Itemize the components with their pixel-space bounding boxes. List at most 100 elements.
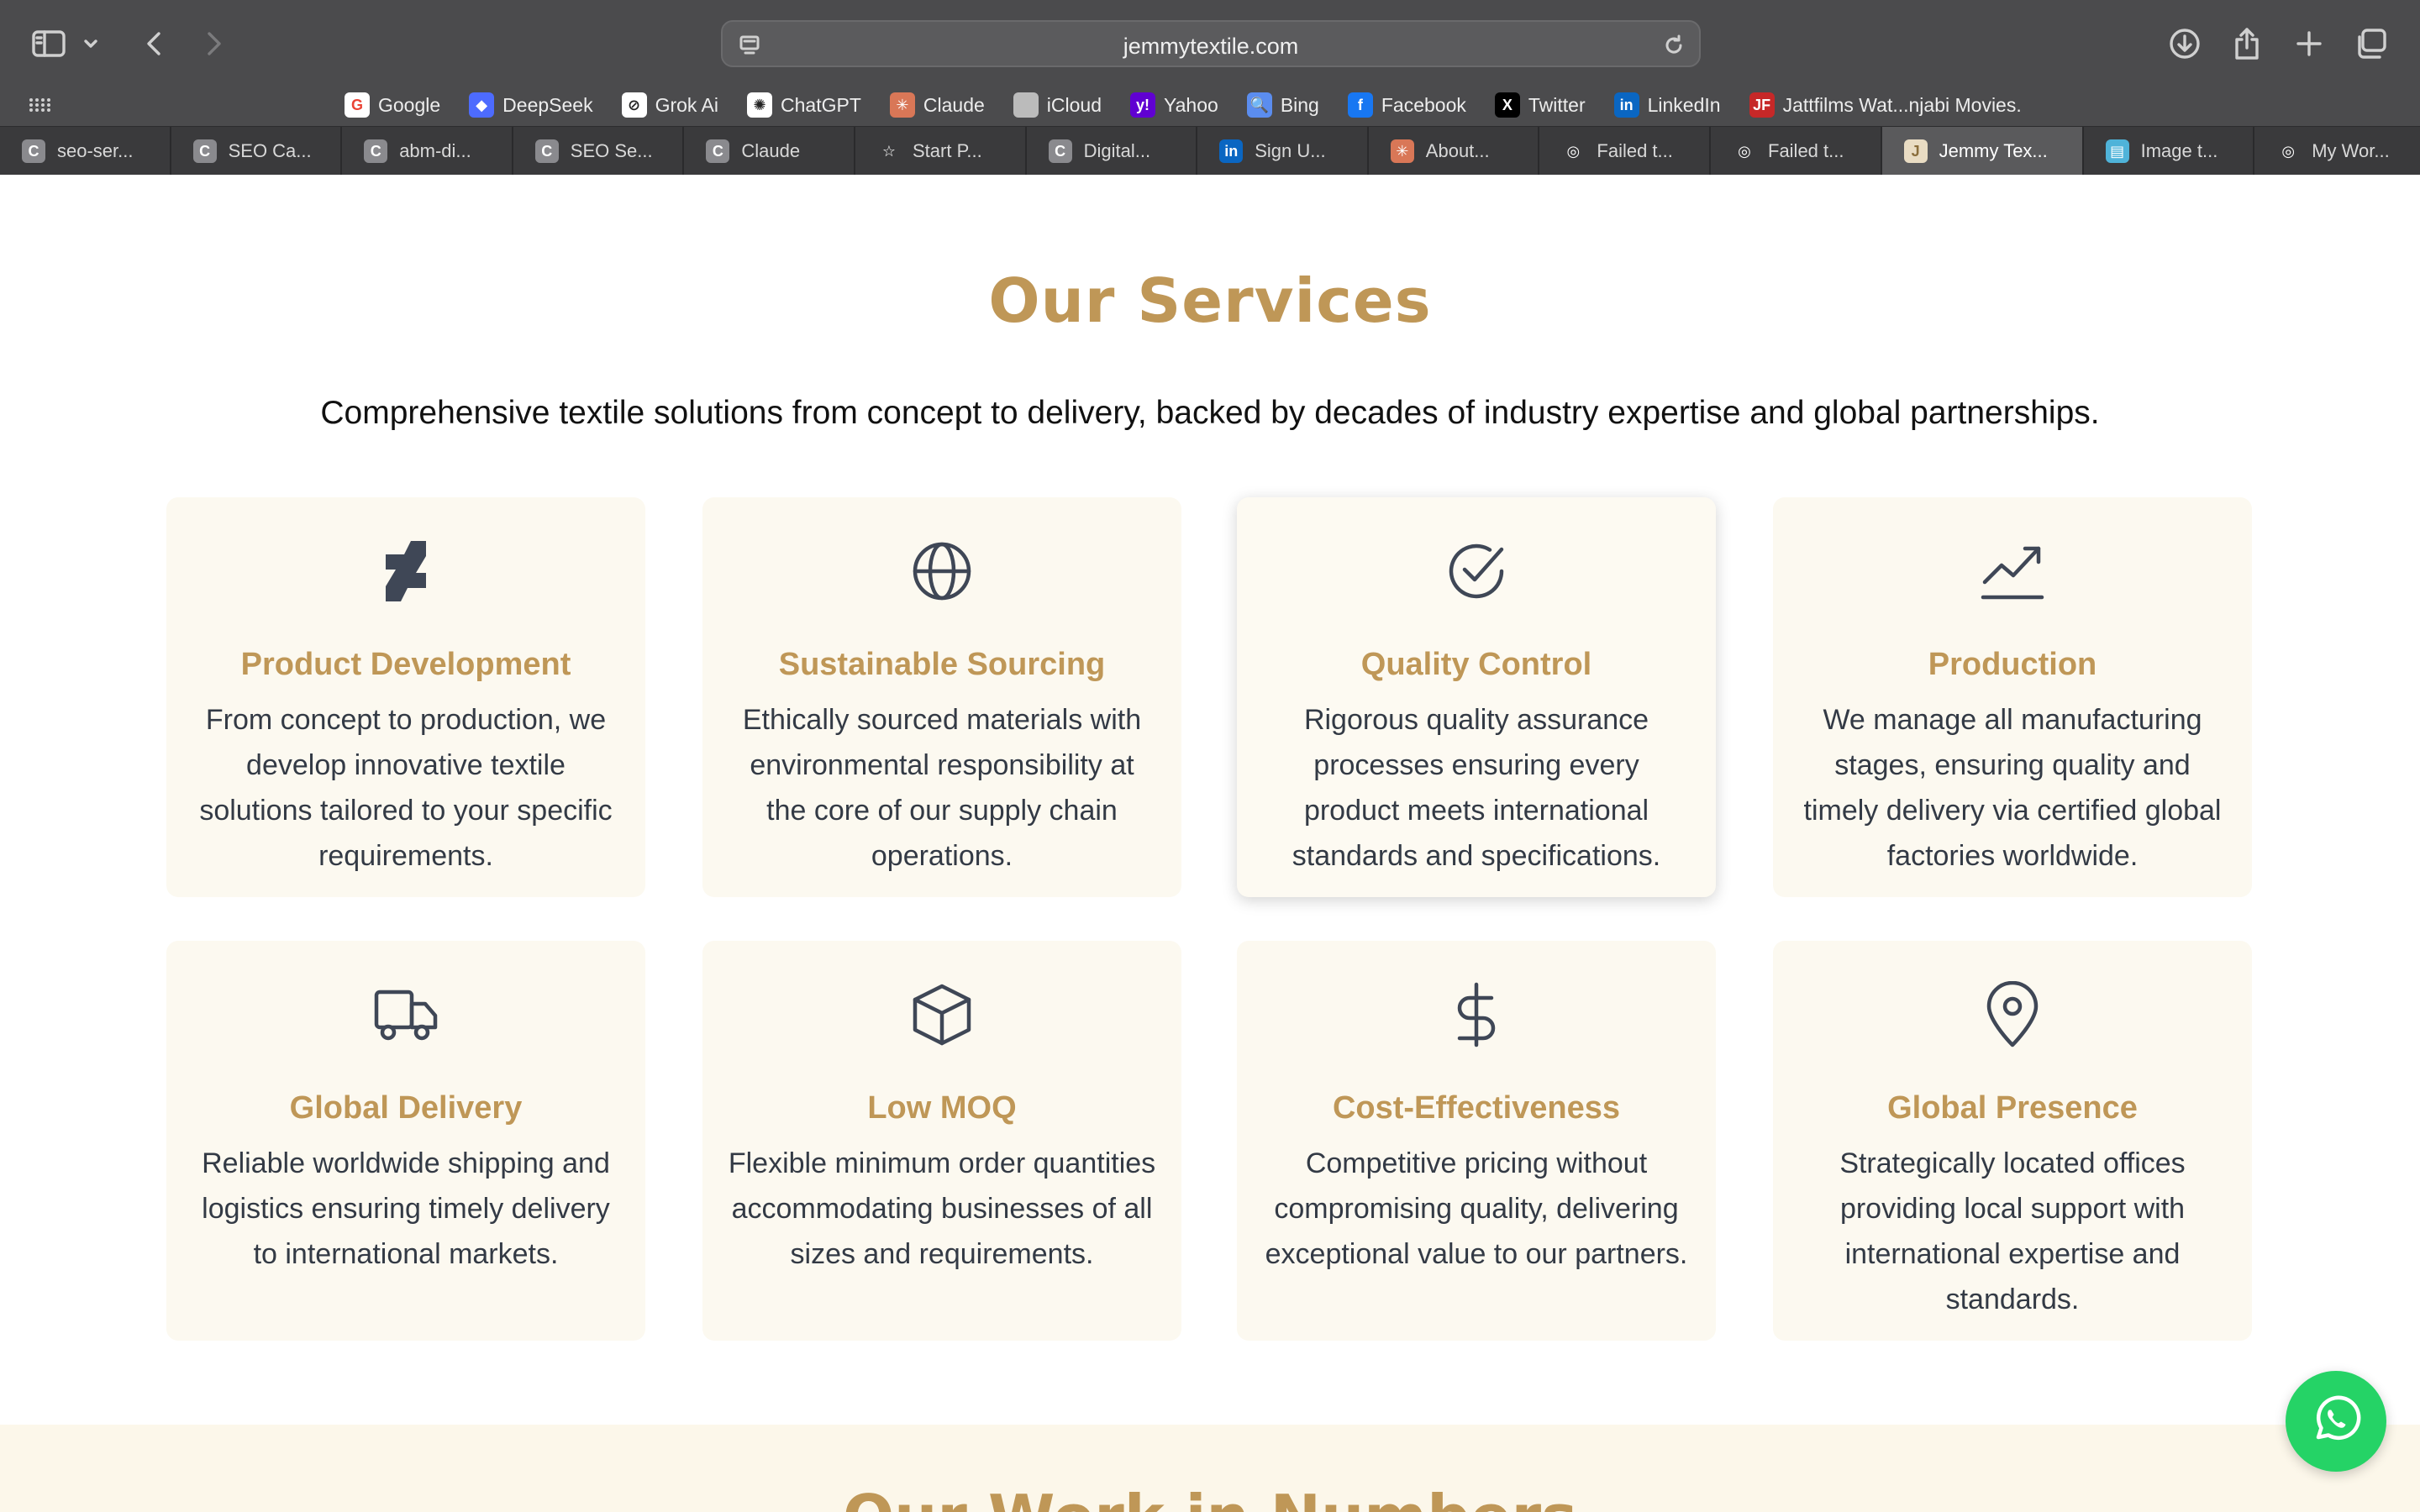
- browser-tab[interactable]: in Sign U...: [1197, 127, 1369, 176]
- star-icon: ☆: [881, 142, 897, 160]
- facebook-icon: f: [1347, 92, 1373, 118]
- services-title: Our Services: [988, 265, 1432, 336]
- browser-tab[interactable]: J Jemmy Tex...: [1881, 127, 2084, 176]
- map-pin-icon: [1773, 979, 2252, 1050]
- service-card-production[interactable]: Production We manage all manufacturing s…: [1773, 497, 2252, 897]
- service-card-global-delivery[interactable]: Global Delivery Reliable worldwide shipp…: [166, 941, 645, 1341]
- favorite-twitter[interactable]: X Twitter: [1494, 92, 1586, 118]
- c-icon: C: [534, 139, 559, 163]
- apps-grid-icon[interactable]: [27, 92, 52, 118]
- favorites-list: G Google ◆ DeepSeek ⊘ Grok Ai ✺ ChatGPT ✳ Claude i…: [345, 84, 2022, 126]
- check-circle-icon: [1237, 536, 1716, 606]
- service-card-cost-effectiveness[interactable]: Cost-Effectiveness Competitive pricing w…: [1237, 941, 1716, 1341]
- browser-tab[interactable]: ✳ About...: [1369, 127, 1540, 176]
- browser-tab[interactable]: Cseo-ser...: [0, 127, 171, 176]
- browser-tab[interactable]: C Claude: [684, 127, 855, 176]
- tab-label: About...: [1425, 140, 1490, 161]
- favorite-yahoo[interactable]: y! Yahoo: [1130, 92, 1218, 118]
- favorite-bing[interactable]: 🔍 Bing: [1246, 92, 1319, 118]
- favorite-claude[interactable]: ✳ Claude: [889, 92, 985, 118]
- service-card-global-presence[interactable]: Global Presence Strategically located of…: [1773, 941, 2252, 1341]
- favorite-label: Yahoo: [1164, 93, 1218, 116]
- service-card-title: Cost-Effectiveness: [1332, 1090, 1621, 1126]
- chart-line-icon: [1773, 536, 2252, 606]
- service-card-text: Reliable worldwide shipping and logistic…: [202, 1147, 610, 1270]
- browser-tab[interactable]: C SEO Ca...: [171, 127, 343, 176]
- service-card-text: Rigorous quality assurance processes ens…: [1292, 704, 1661, 872]
- tab-label: Failed t...: [1597, 140, 1673, 161]
- favorite-label: DeepSeek: [502, 93, 593, 116]
- x-icon: X: [1494, 92, 1520, 118]
- c-icon: C: [364, 139, 388, 163]
- whatsapp-icon: [2310, 1394, 2362, 1450]
- tab-label: Failed t...: [1768, 140, 1844, 161]
- browser-tab[interactable]: C Digital...: [1027, 127, 1198, 176]
- claude-icon: ✳: [889, 92, 915, 118]
- service-card-text: Ethically sourced materials with environ…: [742, 704, 1142, 872]
- favorite-icloud[interactable]: iCloud: [1013, 92, 1102, 118]
- favorite-jattfilms-wat-njabi-movies[interactable]: JF Jattfilms Wat...njabi Movies.: [1749, 92, 2022, 118]
- new-tab-icon[interactable]: [2286, 20, 2333, 67]
- download-icon[interactable]: [2161, 20, 2208, 67]
- service-card-product-development[interactable]: Product Development From concept to prod…: [166, 497, 645, 897]
- grok-icon: ⊘: [621, 92, 647, 118]
- service-card-low-moq[interactable]: Low MOQ Flexible minimum order quantitie…: [702, 941, 1181, 1341]
- numbers-section: Our Work in Numbers: [0, 1425, 2420, 1512]
- favorite-facebook[interactable]: f Facebook: [1347, 92, 1466, 118]
- dollar-icon: [1237, 979, 1716, 1050]
- browser-tab[interactable]: C SEO Se...: [513, 127, 685, 176]
- deviantart-icon: [166, 536, 645, 606]
- reload-icon[interactable]: [1659, 30, 1689, 60]
- numbers-section-title: Our Work in Numbers: [0, 1482, 2420, 1512]
- browser-tab[interactable]: ▤ Image t...: [2084, 127, 2255, 176]
- whatsapp-button[interactable]: [2286, 1371, 2386, 1472]
- c-icon: C: [1048, 139, 1072, 163]
- back-arrow-icon[interactable]: [131, 20, 178, 67]
- tab-label: Jemmy Tex...: [1939, 140, 2048, 161]
- favorite-grok-ai[interactable]: ⊘ Grok Ai: [621, 92, 718, 118]
- chatgpt-icon: ✺: [747, 92, 773, 118]
- service-card-sustainable-sourcing[interactable]: Sustainable Sourcing Ethically sourced m…: [702, 497, 1181, 897]
- service-card-title: Production: [1928, 647, 2097, 682]
- service-card-title: Sustainable Sourcing: [778, 647, 1106, 682]
- service-card-title: Global Delivery: [289, 1090, 523, 1126]
- compass-icon: ◎: [1566, 142, 1581, 160]
- compass-icon: ◎: [2281, 142, 2296, 160]
- browser-tab[interactable]: ☆ Start P...: [855, 127, 1027, 176]
- service-card-text: From concept to production, we develop i…: [199, 704, 613, 872]
- favorite-label: Google: [378, 93, 441, 116]
- box-icon: [702, 979, 1181, 1050]
- favorite-label: ChatGPT: [781, 93, 861, 116]
- url-text[interactable]: jemmytextile.com: [723, 34, 1699, 60]
- linkedin-icon: in: [1219, 139, 1244, 163]
- share-icon[interactable]: [2223, 20, 2270, 67]
- browser-tab[interactable]: ◎ Failed t...: [1539, 127, 1711, 176]
- page-content: Our Services Comprehensive textile solut…: [0, 175, 2420, 1512]
- c-icon: C: [192, 139, 217, 163]
- favorite-deepseek[interactable]: ◆ DeepSeek: [469, 92, 593, 118]
- favorite-google[interactable]: G Google: [345, 92, 440, 118]
- c-icon: C: [706, 139, 730, 163]
- favorite-label: Bing: [1280, 93, 1319, 116]
- yahoo-icon: y!: [1130, 92, 1155, 118]
- sidebar-toggle-icon[interactable]: [25, 20, 72, 67]
- service-card-title: Low MOQ: [867, 1090, 1017, 1126]
- favorite-label: Jattfilms Wat...njabi Movies.: [1782, 93, 2022, 116]
- favorite-label: Twitter: [1528, 93, 1586, 116]
- forward-arrow-icon[interactable]: [190, 20, 237, 67]
- linkedin-icon: in: [1613, 92, 1639, 118]
- browser-tab[interactable]: ◎ My Wor...: [2254, 127, 2420, 176]
- apple-icon: [1013, 92, 1039, 118]
- compass-icon: ◎: [1738, 142, 1751, 160]
- chevron-down-icon[interactable]: [74, 20, 108, 67]
- favorite-chatgpt[interactable]: ✺ ChatGPT: [747, 92, 861, 118]
- tab-overview-icon[interactable]: [2348, 20, 2395, 67]
- address-bar[interactable]: jemmytextile.com: [721, 20, 1701, 67]
- favorite-linkedin[interactable]: in LinkedIn: [1613, 92, 1721, 118]
- tab-label: Image t...: [2140, 140, 2218, 161]
- bing-icon: 🔍: [1246, 92, 1272, 118]
- browser-tab[interactable]: Cabm-di...: [342, 127, 513, 176]
- service-card-quality-control[interactable]: Quality Control Rigorous quality assuran…: [1237, 497, 1716, 897]
- tab-label: Claude: [741, 140, 801, 161]
- browser-tab[interactable]: ◎ Failed t...: [1711, 127, 1882, 176]
